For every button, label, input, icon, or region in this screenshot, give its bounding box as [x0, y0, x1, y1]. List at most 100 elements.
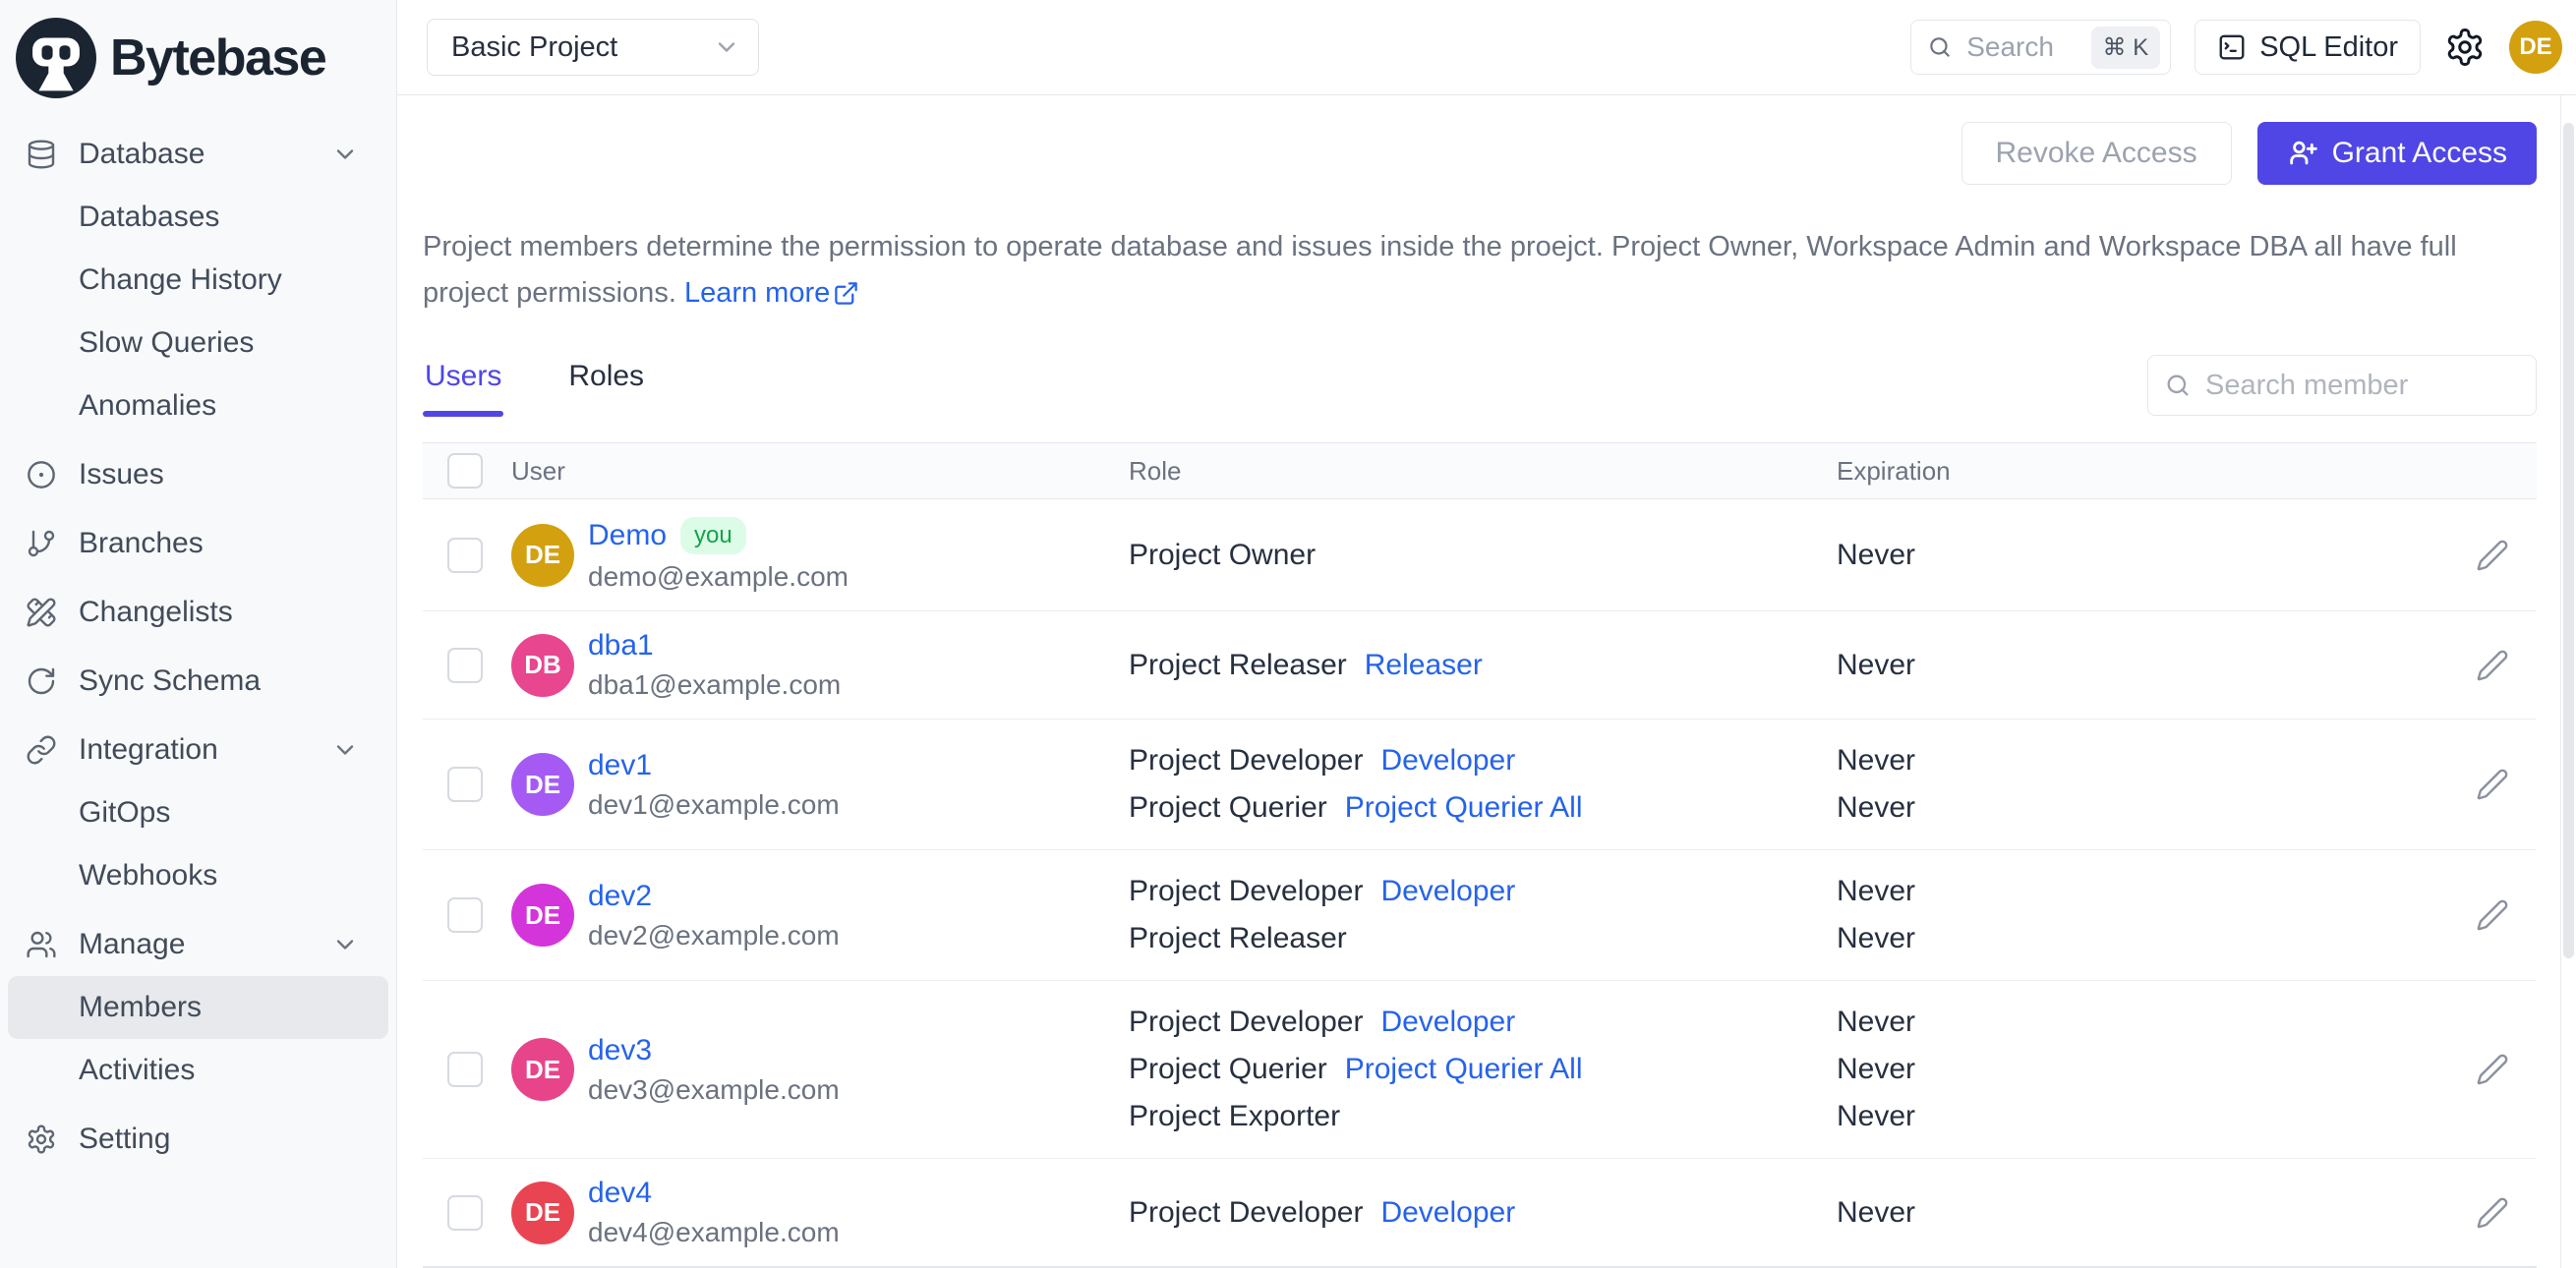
- sql-editor-button[interactable]: SQL Editor: [2195, 20, 2421, 75]
- edit-pencil-icon[interactable]: [2476, 898, 2509, 932]
- member-email: dba1@example.com: [588, 669, 842, 700]
- expiration-value: Never: [1837, 791, 1916, 824]
- sidebar-item-manage[interactable]: Manage: [0, 913, 396, 976]
- sidebar-item-label: Anomalies: [79, 389, 217, 422]
- member-email: demo@example.com: [588, 561, 849, 592]
- sidebar-item-branches[interactable]: Branches: [0, 512, 396, 575]
- sidebar-item-label: Branches: [79, 527, 204, 559]
- table-row: DE dev1 dev1@example.com Project Develop…: [423, 720, 2537, 850]
- external-link-icon: [833, 280, 859, 307]
- pencil-ruler-icon: [26, 597, 57, 628]
- sidebar-item-members[interactable]: Members: [8, 976, 388, 1039]
- expiration-value: Never: [1837, 1195, 1916, 1229]
- member-name-link[interactable]: dev1: [588, 749, 652, 782]
- role-text: Project Releaser: [1129, 922, 1347, 954]
- row-checkbox[interactable]: [447, 1052, 483, 1087]
- sidebar-item-label: Changelists: [79, 596, 233, 628]
- chevron-down-icon: [331, 141, 359, 168]
- chevron-down-icon: [331, 931, 359, 958]
- learn-more-link[interactable]: Learn more: [684, 270, 859, 317]
- row-checkbox[interactable]: [447, 537, 483, 573]
- edit-pencil-icon[interactable]: [2476, 1053, 2509, 1086]
- sidebar-item-setting[interactable]: Setting: [0, 1108, 396, 1171]
- role-text: Project Developer: [1129, 1006, 1364, 1038]
- sidebar-item-sync-schema[interactable]: Sync Schema: [0, 650, 396, 713]
- sidebar-item-integration[interactable]: Integration: [0, 719, 396, 781]
- avatar: DE: [511, 1038, 574, 1101]
- member-search[interactable]: [2147, 355, 2537, 416]
- row-checkbox[interactable]: [447, 647, 483, 683]
- settings-gear-icon[interactable]: [2444, 27, 2486, 68]
- table-row: DE dev2 dev2@example.com Project Develop…: [423, 850, 2537, 981]
- row-checkbox[interactable]: [447, 767, 483, 802]
- sidebar-item-databases[interactable]: Databases: [0, 186, 396, 249]
- sql-editor-label: SQL Editor: [2259, 30, 2398, 63]
- sidebar-item-issues[interactable]: Issues: [0, 443, 396, 506]
- member-email: dev3@example.com: [588, 1073, 840, 1105]
- revoke-access-button[interactable]: Revoke Access: [1961, 122, 2232, 185]
- member-name-link[interactable]: Demo: [588, 519, 667, 552]
- role-text: Project Exporter: [1129, 1100, 1341, 1132]
- edit-pencil-icon[interactable]: [2476, 768, 2509, 801]
- users-icon: [26, 929, 57, 960]
- edit-pencil-icon[interactable]: [2476, 539, 2509, 572]
- global-search[interactable]: ⌘ K: [1910, 20, 2172, 75]
- sidebar: Bytebase Database Databases Change Histo…: [0, 0, 397, 1268]
- role-condition-link[interactable]: Developer: [1380, 875, 1515, 908]
- sidebar-item-anomalies[interactable]: Anomalies: [0, 375, 396, 437]
- column-header-user: User: [511, 455, 565, 486]
- database-icon: [26, 139, 57, 170]
- sidebar-item-label: Issues: [79, 458, 164, 490]
- expiration-value: Never: [1837, 875, 1916, 907]
- sidebar-item-activities[interactable]: Activities: [0, 1039, 396, 1102]
- member-name-link[interactable]: dba1: [588, 629, 654, 663]
- role-condition-link[interactable]: Developer: [1380, 1196, 1515, 1230]
- search-icon: [1927, 34, 1953, 60]
- member-name-link[interactable]: dev2: [588, 880, 652, 913]
- sidebar-item-webhooks[interactable]: Webhooks: [0, 844, 396, 907]
- member-name-link[interactable]: dev3: [588, 1034, 652, 1067]
- role-condition-link[interactable]: Project Querier All: [1345, 1053, 1583, 1086]
- grant-access-button[interactable]: Grant Access: [2256, 122, 2537, 185]
- role-condition-link[interactable]: Releaser: [1365, 649, 1483, 682]
- gear-icon: [26, 1124, 57, 1155]
- user-avatar[interactable]: DE: [2509, 21, 2562, 74]
- select-all-checkbox[interactable]: [447, 453, 483, 489]
- scrollbar-thumb[interactable]: [2563, 123, 2574, 958]
- member-name-link[interactable]: dev4: [588, 1177, 652, 1210]
- edit-pencil-icon[interactable]: [2476, 1196, 2509, 1230]
- row-checkbox[interactable]: [447, 897, 483, 933]
- role-text: Project Developer: [1129, 744, 1364, 777]
- expiration-value: Never: [1837, 1006, 1916, 1038]
- sidebar-item-changelists[interactable]: Changelists: [0, 581, 396, 644]
- role-text: Project Querier: [1129, 791, 1327, 824]
- role-condition-link[interactable]: Project Querier All: [1345, 791, 1583, 825]
- sidebar-item-label: Webhooks: [79, 859, 218, 892]
- row-checkbox[interactable]: [447, 1194, 483, 1231]
- project-select[interactable]: Basic Project: [427, 19, 759, 76]
- you-badge: you: [680, 517, 746, 554]
- sidebar-item-label: Activities: [79, 1054, 196, 1086]
- topbar: Basic Project ⌘ K SQL Editor DE: [397, 0, 2576, 95]
- sidebar-nav: Database Databases Change History Slow Q…: [0, 102, 396, 1171]
- sidebar-item-database[interactable]: Database: [0, 123, 396, 186]
- table-row: DE dev3 dev3@example.com Project Develop…: [423, 981, 2537, 1159]
- search-input[interactable]: [1964, 30, 2079, 64]
- sidebar-item-change-history[interactable]: Change History: [0, 249, 396, 312]
- tab-users[interactable]: Users: [423, 354, 504, 417]
- table-row: DE Demo you demo@example.com Project Own…: [423, 499, 2537, 611]
- tab-roles[interactable]: Roles: [566, 354, 646, 417]
- brand-logo[interactable]: Bytebase: [0, 0, 396, 102]
- role-condition-link[interactable]: Developer: [1380, 744, 1515, 778]
- sidebar-item-label: Manage: [79, 928, 186, 960]
- table-row: DE dev4 dev4@example.com Project Develop…: [423, 1159, 2537, 1268]
- member-search-input[interactable]: [2203, 368, 2520, 403]
- edit-pencil-icon[interactable]: [2476, 649, 2509, 682]
- chevron-down-icon: [713, 33, 740, 61]
- expiration-value: Never: [1837, 744, 1916, 777]
- sidebar-item-slow-queries[interactable]: Slow Queries: [0, 312, 396, 375]
- brand-name: Bytebase: [110, 29, 327, 86]
- sync-refresh-icon: [26, 665, 57, 697]
- sidebar-item-gitops[interactable]: GitOps: [0, 781, 396, 844]
- role-condition-link[interactable]: Developer: [1380, 1006, 1515, 1039]
